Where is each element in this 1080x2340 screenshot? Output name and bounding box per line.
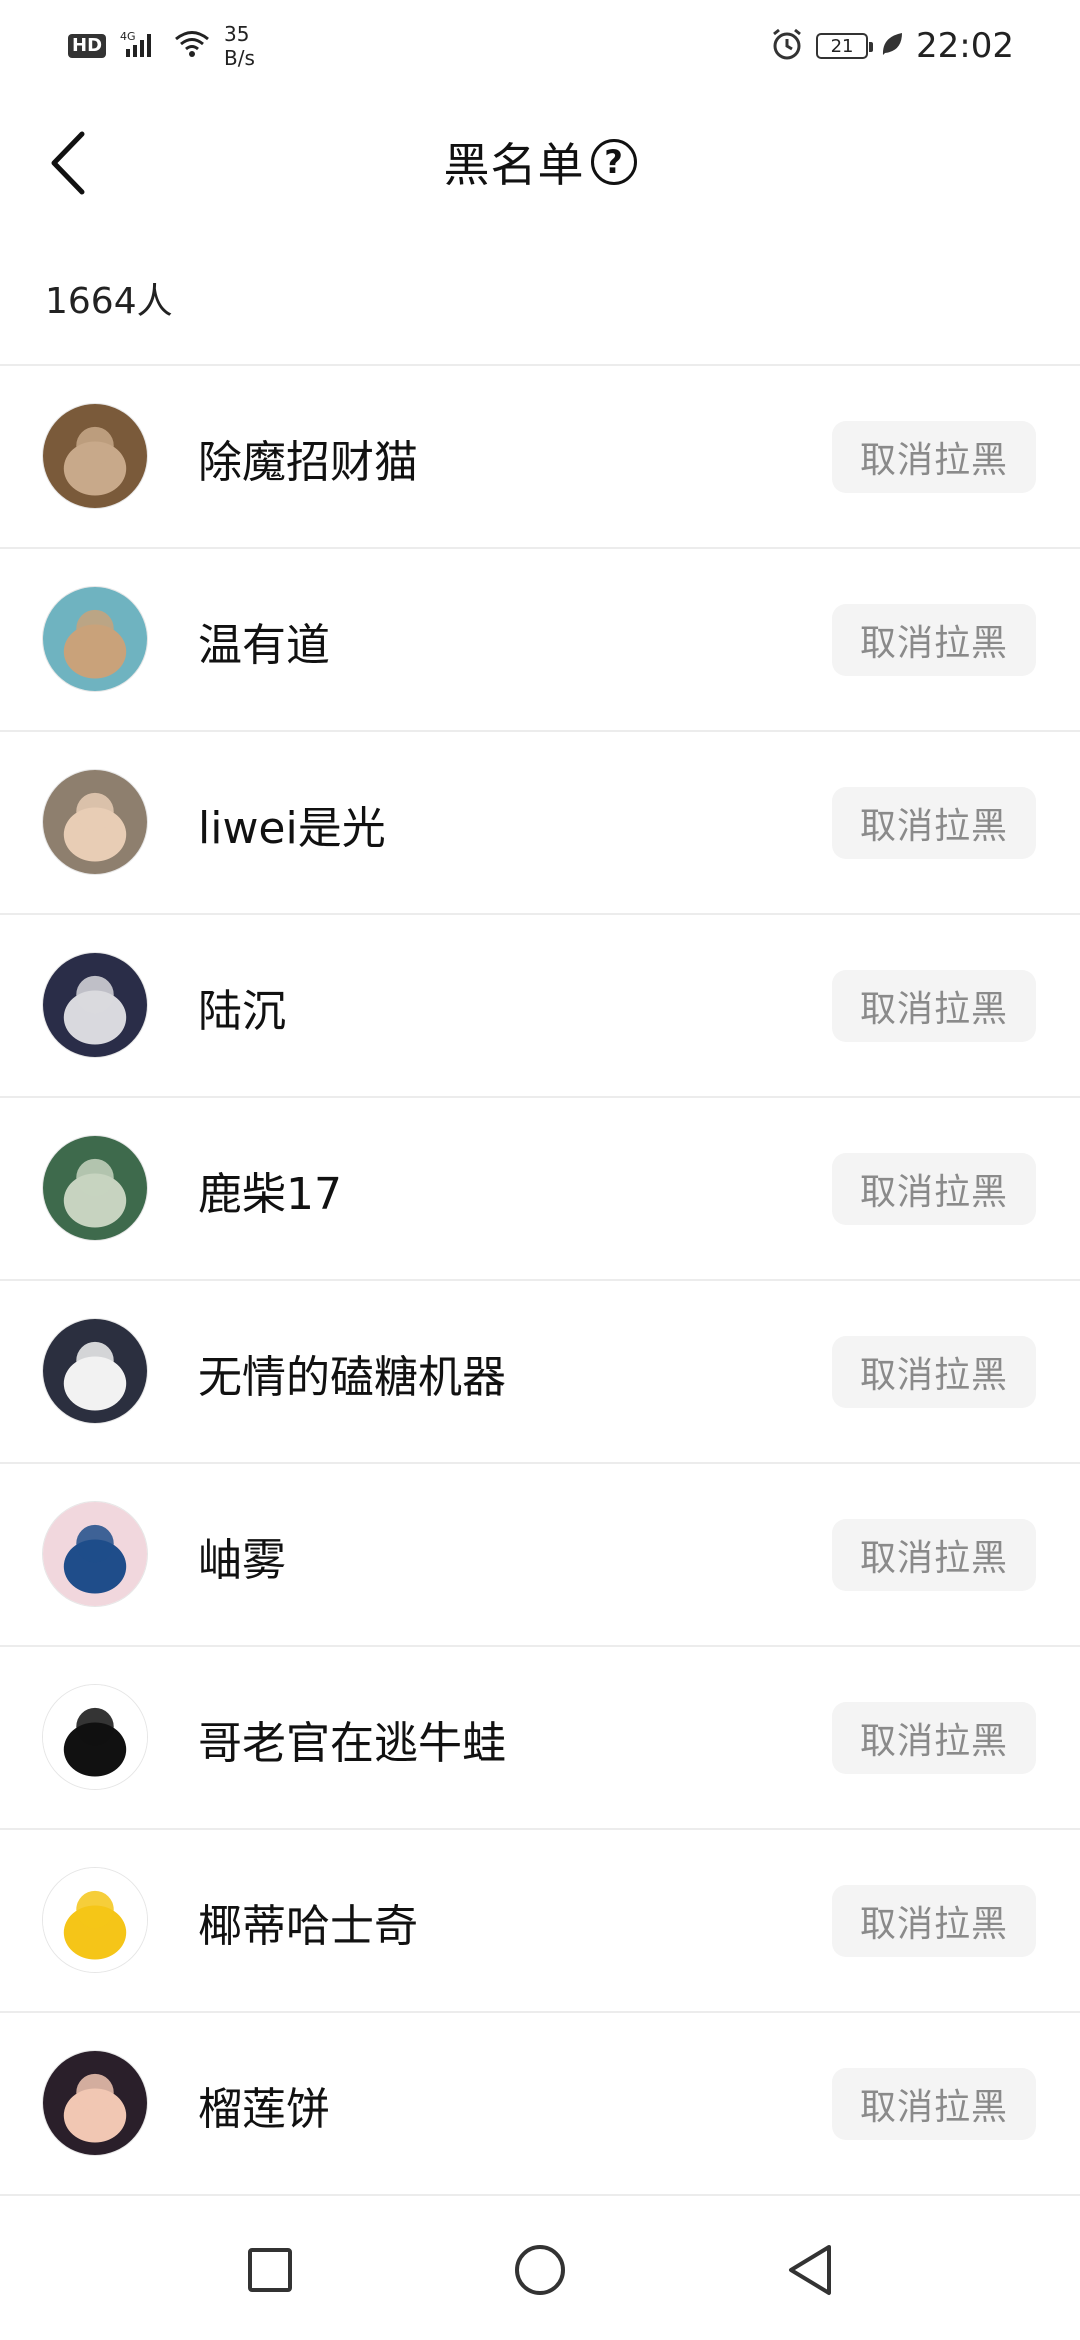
list-item[interactable]: 榴莲饼 取消拉黑 (0, 2013, 1080, 2196)
list-item[interactable]: 除魔招财猫 取消拉黑 (0, 366, 1080, 549)
speed-unit: B/s (224, 46, 255, 70)
unblock-button[interactable]: 取消拉黑 (832, 1702, 1036, 1774)
yellow-chick-avatar (43, 1868, 147, 1972)
status-bar: HD 4G 35 B/s 21 22:02 (0, 0, 1080, 92)
wifi-icon (174, 30, 210, 62)
clock: 22:02 (916, 26, 1014, 66)
user-name[interactable]: 哥老官在逃牛蛙 (198, 1647, 506, 1830)
avatar[interactable] (42, 1684, 148, 1790)
help-icon[interactable]: ? (590, 139, 637, 185)
list-item[interactable]: liwei是光 取消拉黑 (0, 732, 1080, 915)
unblock-button[interactable]: 取消拉黑 (832, 970, 1036, 1042)
unblock-button[interactable]: 取消拉黑 (832, 1153, 1036, 1225)
leaf-icon (880, 31, 904, 61)
page-title: 黑名单 (443, 138, 585, 192)
blacklist-count: 1664人 (0, 232, 1080, 366)
triangle-back-icon (789, 2245, 831, 2295)
user-name[interactable]: 岫雾 (198, 1464, 286, 1647)
user-name[interactable]: 除魔招财猫 (198, 366, 418, 549)
back-arrow-icon (51, 131, 85, 195)
anime-man-avatar (43, 953, 147, 1057)
network-label: 4G (120, 30, 136, 43)
girl-photo-avatar (43, 1502, 147, 1606)
home-button[interactable] (485, 2215, 595, 2325)
avatar[interactable] (42, 1318, 148, 1424)
avatar[interactable] (42, 1135, 148, 1241)
user-name[interactable]: 鹿柴17 (198, 1098, 342, 1281)
network-speed: 35 B/s (224, 22, 255, 70)
list-item[interactable]: 陆沉 取消拉黑 (0, 915, 1080, 1098)
header-bar: 黑名单 ? (0, 92, 1080, 232)
user-name[interactable]: 椰蒂哈士奇 (198, 1830, 418, 2013)
white-dog-avatar (43, 1319, 147, 1423)
avatar[interactable] (42, 403, 148, 509)
signal-icon: 4G (120, 29, 160, 63)
unblock-button[interactable]: 取消拉黑 (832, 1885, 1036, 1957)
user-name[interactable]: 陆沉 (198, 915, 286, 1098)
avatar[interactable] (42, 769, 148, 875)
panda-meme-avatar (43, 1685, 147, 1789)
list-item[interactable]: 温有道 取消拉黑 (0, 549, 1080, 732)
avatar[interactable] (42, 2050, 148, 2156)
list-item[interactable]: 岫雾 取消拉黑 (0, 1464, 1080, 1647)
user-name[interactable]: liwei是光 (198, 732, 386, 915)
child-avatar (43, 770, 147, 874)
user-name[interactable]: 榴莲饼 (198, 2013, 330, 2196)
unblock-button[interactable]: 取消拉黑 (832, 787, 1036, 859)
unblock-button[interactable]: 取消拉黑 (832, 604, 1036, 676)
battery-level: 21 (830, 35, 854, 57)
avatar[interactable] (42, 1867, 148, 1973)
user-name[interactable]: 无情的磕糖机器 (198, 1281, 506, 1464)
crowd-avatar (43, 404, 147, 508)
rabbit-avatar (43, 587, 147, 691)
count-label: 1664人 (45, 281, 173, 322)
back-nav-button[interactable] (755, 2215, 865, 2325)
system-navigation-bar (0, 2200, 1080, 2340)
blacklist: 除魔招财猫 取消拉黑 温有道 取消拉黑 liwei是光 取消拉黑 陆沉 取消拉黑 鹿柴17 取消拉… (0, 366, 1080, 2196)
list-item[interactable]: 哥老官在逃牛蛙 取消拉黑 (0, 1647, 1080, 1830)
hd-badge: HD (68, 34, 107, 58)
battery-icon: 21 (816, 33, 874, 59)
unblock-button[interactable]: 取消拉黑 (832, 1336, 1036, 1408)
avatar[interactable] (42, 586, 148, 692)
unblock-button[interactable]: 取消拉黑 (832, 1519, 1036, 1591)
square-icon (248, 2248, 292, 2292)
list-item[interactable]: 椰蒂哈士奇 取消拉黑 (0, 1830, 1080, 2013)
alarm-icon (770, 27, 804, 65)
avatar[interactable] (42, 952, 148, 1058)
list-item[interactable]: 无情的磕糖机器 取消拉黑 (0, 1281, 1080, 1464)
avatar[interactable] (42, 1501, 148, 1607)
unblock-button[interactable]: 取消拉黑 (832, 2068, 1036, 2140)
green-art-avatar (43, 1136, 147, 1240)
back-button[interactable] (24, 118, 114, 208)
unblock-button[interactable]: 取消拉黑 (832, 421, 1036, 493)
cartoon-face-avatar (43, 2051, 147, 2155)
user-name[interactable]: 温有道 (198, 549, 330, 732)
recent-apps-button[interactable] (215, 2215, 325, 2325)
circle-icon (515, 2245, 565, 2295)
speed-value: 35 (224, 22, 250, 46)
list-item[interactable]: 鹿柴17 取消拉黑 (0, 1098, 1080, 1281)
